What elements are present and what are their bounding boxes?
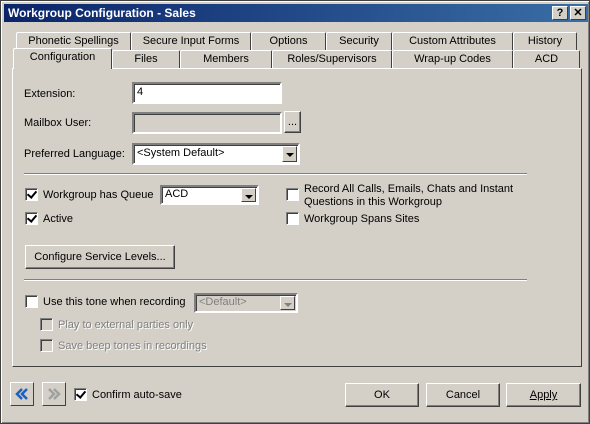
chevron-down-icon [280, 296, 295, 310]
separator [24, 279, 527, 281]
spans-sites-checkbox[interactable] [286, 212, 299, 225]
tab-roles-supervisors[interactable]: Roles/Supervisors [272, 50, 392, 68]
workgroup-config-window: Workgroup Configuration - Sales ? ✕ Phon… [0, 0, 590, 424]
configure-service-levels-button[interactable]: Configure Service Levels... [25, 245, 175, 269]
tab-secure-input-forms[interactable]: Secure Input Forms [131, 32, 251, 50]
active-checkbox[interactable] [25, 212, 38, 225]
tone-value: <Default> [199, 296, 247, 308]
preferred-language-label: Preferred Language: [24, 148, 125, 160]
configuration-panel: Extension: 4 Mailbox User: ... Preferred… [12, 68, 582, 367]
previous-button[interactable] [10, 382, 34, 406]
title-bar: Workgroup Configuration - Sales ? ✕ [4, 4, 588, 22]
workgroup-has-queue-checkbox[interactable] [25, 188, 38, 201]
preferred-language-value: <System Default> [137, 147, 225, 159]
next-button[interactable] [42, 382, 66, 406]
browse-ellipsis: ... [287, 116, 298, 128]
extension-label: Extension: [24, 88, 76, 100]
record-all-label-line1: Record All Calls, Emails, Chats and Inst… [304, 183, 514, 195]
mailbox-user-input [132, 112, 282, 134]
play-external-checkbox [40, 318, 53, 331]
confirm-autosave-checkbox[interactable] [74, 388, 87, 401]
record-all-label-line2: Questions in this Workgroup [304, 196, 442, 208]
cancel-label: Cancel [445, 389, 481, 401]
active-label: Active [43, 213, 73, 225]
mailbox-browse-button[interactable]: ... [284, 111, 301, 133]
apply-label: Apply [529, 389, 558, 401]
tone-select: <Default> [194, 293, 298, 313]
tab-wrap-up-codes[interactable]: Wrap-up Codes [392, 50, 513, 68]
confirm-autosave-label: Confirm auto-save [92, 389, 182, 401]
help-button[interactable]: ? [552, 6, 568, 20]
record-all-checkbox[interactable] [286, 188, 299, 201]
mailbox-user-label: Mailbox User: [24, 117, 92, 129]
save-beep-checkbox [40, 339, 53, 352]
chevron-down-icon[interactable] [241, 188, 256, 202]
configure-service-levels-label: Configure Service Levels... [34, 251, 166, 263]
extension-input[interactable]: 4 [132, 82, 282, 104]
window-title: Workgroup Configuration - Sales [8, 6, 196, 20]
use-tone-checkbox[interactable] [25, 295, 38, 308]
tab-security[interactable]: Security [326, 32, 392, 50]
tab-acd[interactable]: ACD [513, 50, 580, 68]
spans-sites-label: Workgroup Spans Sites [304, 213, 420, 225]
play-external-label: Play to external parties only [58, 319, 194, 331]
workgroup-has-queue-label: Workgroup has Queue [43, 189, 154, 201]
use-tone-label: Use this tone when recording [43, 296, 186, 308]
cancel-button[interactable]: Cancel [426, 383, 500, 407]
apply-button[interactable]: Apply [506, 383, 581, 407]
close-button[interactable]: ✕ [570, 6, 586, 20]
save-beep-label: Save beep tones in recordings [58, 340, 207, 352]
double-chevron-left-icon [15, 388, 28, 400]
tab-options[interactable]: Options [251, 32, 326, 50]
tab-files[interactable]: Files [112, 50, 180, 68]
tab-members[interactable]: Members [180, 50, 272, 68]
double-chevron-right-icon [48, 388, 61, 400]
queue-type-select[interactable]: ACD [160, 185, 259, 205]
queue-type-value: ACD [165, 188, 189, 200]
chevron-down-icon[interactable] [282, 146, 297, 162]
tab-configuration[interactable]: Configuration [13, 48, 112, 69]
ok-button[interactable]: OK [345, 383, 419, 407]
ok-label: OK [374, 389, 390, 401]
separator [24, 173, 527, 175]
preferred-language-select[interactable]: <System Default> [132, 143, 300, 165]
tab-history[interactable]: History [513, 32, 577, 50]
tab-custom-attributes[interactable]: Custom Attributes [392, 32, 513, 50]
